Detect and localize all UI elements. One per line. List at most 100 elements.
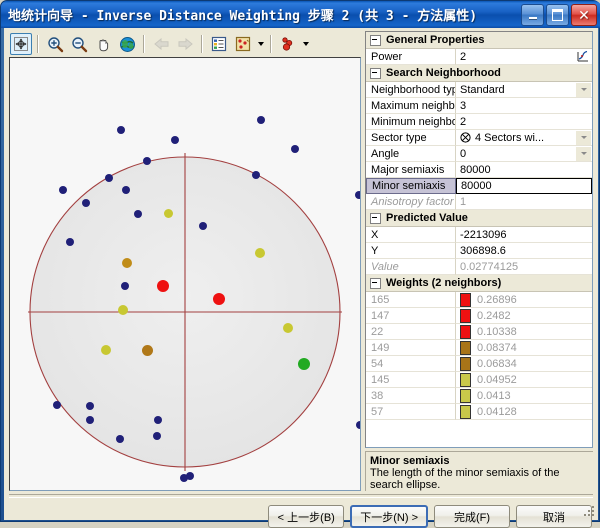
map-point[interactable] bbox=[257, 116, 265, 124]
property-row[interactable]: 147 0.2482 bbox=[366, 308, 592, 324]
map-point[interactable] bbox=[118, 305, 128, 315]
map-point[interactable] bbox=[117, 126, 125, 134]
property-row[interactable]: 145 0.04952 bbox=[366, 372, 592, 388]
map-point[interactable] bbox=[122, 258, 132, 268]
map-point[interactable] bbox=[153, 432, 161, 440]
map-point[interactable] bbox=[141, 344, 153, 356]
map-point[interactable] bbox=[154, 416, 162, 424]
map-point[interactable] bbox=[180, 474, 188, 482]
forward-extent-tool[interactable] bbox=[174, 33, 196, 55]
property-value-cell[interactable]: 306898.6 bbox=[456, 243, 592, 259]
property-row[interactable]: Angle 0 bbox=[366, 146, 592, 162]
property-row[interactable]: 165 0.26896 bbox=[366, 292, 592, 308]
property-group-search-neighborhood[interactable]: Search Neighborhood bbox=[366, 65, 592, 82]
property-group-general-properties[interactable]: General Properties bbox=[366, 32, 592, 49]
pan-tool[interactable] bbox=[92, 33, 114, 55]
property-value-cell[interactable]: 2 bbox=[456, 49, 592, 65]
map-point[interactable] bbox=[121, 282, 129, 290]
property-value-cell[interactable]: 0.02774125 bbox=[456, 259, 592, 275]
map-point[interactable] bbox=[105, 174, 113, 182]
property-row[interactable]: Value 0.02774125 bbox=[366, 259, 592, 275]
property-row[interactable]: Power 2 bbox=[366, 49, 592, 65]
property-row[interactable]: Minimum neighbors 2 bbox=[366, 114, 592, 130]
identify-dropdown-arrow[interactable] bbox=[300, 33, 311, 55]
chevron-down-icon[interactable] bbox=[575, 130, 591, 145]
map-point[interactable] bbox=[291, 145, 299, 153]
map-point[interactable] bbox=[86, 402, 94, 410]
zoom-in-tool[interactable] bbox=[44, 33, 66, 55]
maximize-button[interactable] bbox=[546, 4, 569, 26]
property-group-predicted-value[interactable]: Predicted Value bbox=[366, 210, 592, 227]
property-row[interactable]: 57 0.04128 bbox=[366, 404, 592, 420]
property-value-cell[interactable]: 1 bbox=[456, 194, 592, 210]
property-value-cell[interactable]: Standard bbox=[456, 82, 592, 98]
property-row[interactable]: Neighborhood type Standard bbox=[366, 82, 592, 98]
back-extent-tool[interactable] bbox=[150, 33, 172, 55]
cancel-button[interactable]: 取消 bbox=[516, 505, 592, 528]
legend-tool[interactable] bbox=[208, 33, 230, 55]
select-pointer-tool[interactable] bbox=[10, 33, 32, 55]
full-extent-tool[interactable] bbox=[116, 33, 138, 55]
collapse-icon[interactable] bbox=[370, 34, 381, 46]
map-point[interactable] bbox=[66, 238, 74, 246]
property-row[interactable]: Anisotropy factor 1 bbox=[366, 194, 592, 210]
collapse-icon[interactable] bbox=[370, 277, 381, 289]
property-value-cell[interactable]: 3 bbox=[456, 98, 592, 114]
map-point[interactable] bbox=[213, 293, 225, 305]
map-point[interactable] bbox=[199, 222, 207, 230]
property-value-cell[interactable]: 0 bbox=[456, 146, 592, 162]
back-button[interactable]: < 上一步(B) bbox=[268, 505, 345, 528]
map-point[interactable] bbox=[163, 208, 173, 218]
chevron-down-icon[interactable] bbox=[575, 146, 591, 161]
property-row[interactable]: Y 306898.6 bbox=[366, 243, 592, 259]
map-point[interactable] bbox=[122, 186, 130, 194]
close-button[interactable]: ✕ bbox=[571, 4, 597, 26]
map-point[interactable] bbox=[82, 199, 90, 207]
property-row[interactable]: 38 0.0413 bbox=[366, 388, 592, 404]
map-point[interactable] bbox=[59, 186, 67, 194]
identify-points-tool[interactable] bbox=[277, 33, 299, 55]
collapse-icon[interactable] bbox=[370, 212, 381, 224]
map-canvas[interactable] bbox=[10, 58, 360, 490]
property-row[interactable]: Major semiaxis 80000 bbox=[366, 162, 592, 178]
map-point[interactable] bbox=[283, 323, 293, 333]
curve-editor-icon[interactable] bbox=[576, 50, 589, 63]
minimize-button[interactable] bbox=[521, 4, 544, 26]
map-point[interactable] bbox=[53, 401, 61, 409]
map-point[interactable] bbox=[134, 210, 142, 218]
property-group-weights[interactable]: Weights (2 neighbors) bbox=[366, 275, 592, 292]
map-point[interactable] bbox=[356, 421, 360, 429]
map-point[interactable] bbox=[255, 248, 265, 258]
map-point[interactable] bbox=[171, 136, 179, 144]
zoom-out-tool[interactable] bbox=[68, 33, 90, 55]
property-value-cell[interactable]: 4 Sectors wi... bbox=[456, 130, 592, 146]
property-row[interactable]: Minor semiaxis 80000 bbox=[366, 178, 592, 194]
map-point[interactable] bbox=[86, 416, 94, 424]
property-row[interactable]: 149 0.08374 bbox=[366, 340, 592, 356]
property-row[interactable]: Maximum neighbors 3 bbox=[366, 98, 592, 114]
property-grid[interactable]: General Properties Power 2 Search Neighborh… bbox=[365, 31, 593, 448]
map-canvas-container[interactable] bbox=[9, 57, 361, 491]
symbology-tool[interactable] bbox=[232, 33, 254, 55]
map-point[interactable] bbox=[116, 435, 124, 443]
property-value-cell[interactable]: -2213096 bbox=[456, 227, 592, 243]
property-row[interactable]: Sector type 4 Sectors wi... bbox=[366, 130, 592, 146]
chevron-down-icon[interactable] bbox=[575, 82, 591, 97]
finish-button[interactable]: 完成(F) bbox=[434, 505, 510, 528]
next-button[interactable]: 下一步(N) > bbox=[350, 505, 428, 528]
property-row[interactable]: 54 0.06834 bbox=[366, 356, 592, 372]
map-point[interactable] bbox=[298, 358, 310, 370]
property-row[interactable]: X -2213096 bbox=[366, 227, 592, 243]
map-point[interactable] bbox=[252, 171, 260, 179]
map-point[interactable] bbox=[101, 345, 111, 355]
property-value-cell[interactable]: 2 bbox=[456, 114, 592, 130]
property-value-cell[interactable]: 80000 bbox=[456, 178, 592, 194]
property-value-cell[interactable]: 80000 bbox=[456, 162, 592, 178]
map-point[interactable] bbox=[143, 157, 151, 165]
symbology-dropdown-arrow[interactable] bbox=[255, 33, 266, 55]
resize-grip[interactable] bbox=[584, 506, 596, 518]
map-point[interactable] bbox=[157, 280, 169, 292]
collapse-icon[interactable] bbox=[370, 67, 381, 79]
property-row[interactable]: 22 0.10338 bbox=[366, 324, 592, 340]
map-point[interactable] bbox=[355, 191, 360, 199]
